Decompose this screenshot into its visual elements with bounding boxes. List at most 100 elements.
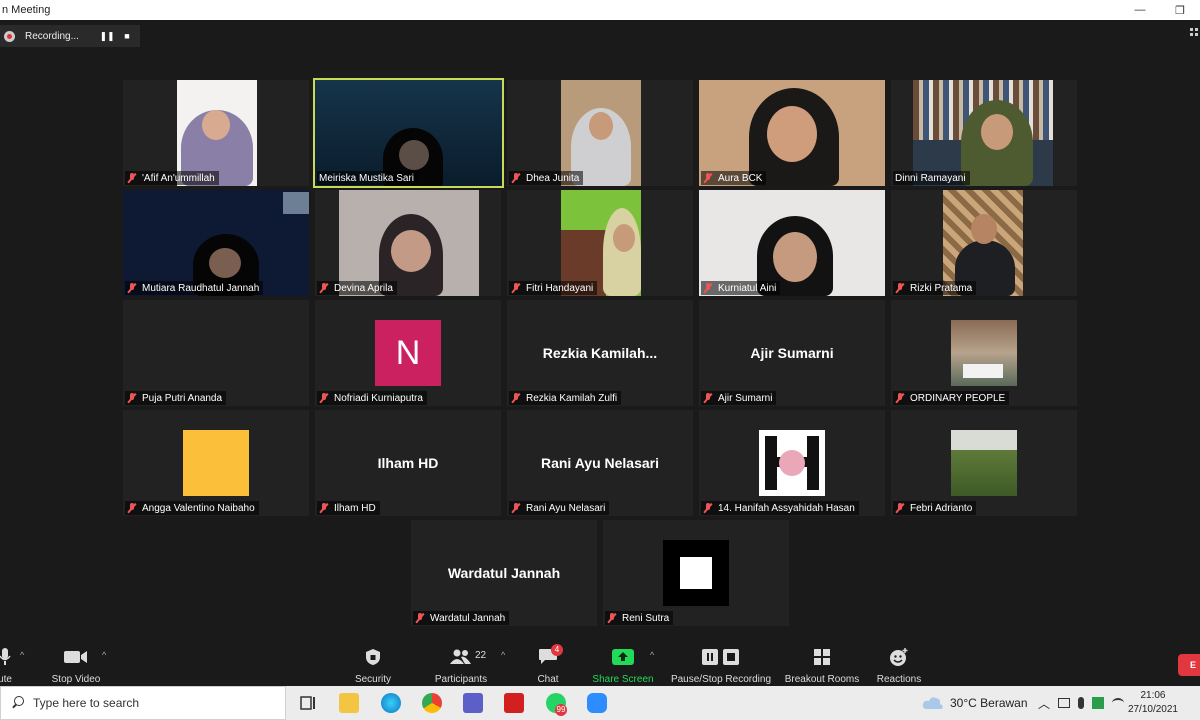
file-explorer-icon[interactable] — [339, 693, 359, 713]
participant-name: Ilham HD — [317, 501, 380, 515]
participant-name: Rezkia Kamilah Zulfi — [509, 391, 622, 405]
participant-name: Reni Sutra — [605, 611, 674, 625]
participant-name: Puja Putri Ananda — [125, 391, 227, 405]
weather-widget[interactable]: 30°C Berawan — [922, 686, 1028, 720]
share-screen-arrow-icon — [612, 646, 634, 668]
profile-picture — [951, 430, 1017, 496]
pause-recording-button[interactable]: ❚❚ — [97, 31, 117, 42]
participant-tile[interactable]: Ilham HD Ilham HD — [315, 410, 501, 516]
chrome-browser-icon[interactable] — [422, 693, 442, 713]
restore-button[interactable]: ❐ — [1160, 0, 1200, 20]
muted-mic-icon — [511, 173, 521, 183]
participants-count: 22 — [475, 650, 487, 661]
participant-tile[interactable]: Reni Sutra — [603, 520, 789, 626]
participants-button[interactable]: Participants — [428, 640, 494, 686]
recording-label: Recording... — [25, 30, 79, 42]
participant-name: Dinni Ramayani — [893, 171, 970, 185]
end-meeting-button[interactable]: E — [1178, 654, 1200, 676]
participant-tile-active-speaker[interactable]: Meiriska Mustika Sari — [313, 78, 504, 188]
muted-mic-icon — [319, 393, 329, 403]
share-options-caret[interactable]: ^ — [650, 650, 654, 660]
teams-icon[interactable] — [463, 693, 483, 713]
minimize-button[interactable]: — — [1120, 0, 1160, 20]
mute-button[interactable]: ute — [0, 640, 22, 686]
participant-tile[interactable]: N Nofriadi Kurniaputra — [315, 300, 501, 406]
muted-mic-icon — [895, 503, 905, 513]
participant-tile[interactable]: Aura BCK — [699, 80, 885, 186]
participant-tile[interactable]: Ajir Sumarni Ajir Sumarni — [699, 300, 885, 406]
participant-tile[interactable]: 'Afif An'ummillah — [123, 80, 309, 186]
profile-picture — [183, 430, 249, 496]
recording-indicator: Recording... ❚❚ ■ — [0, 25, 140, 47]
participant-name: Rani Ayu Nelasari — [509, 501, 610, 515]
taskbar-search[interactable]: Type here to search — [0, 686, 286, 720]
edge-browser-icon[interactable] — [381, 693, 401, 713]
participant-name: Dhea Junita — [509, 171, 584, 185]
participant-name: Mutiara Raudhatul Jannah — [125, 281, 264, 295]
search-placeholder: Type here to search — [33, 696, 140, 710]
muted-mic-icon — [511, 283, 521, 293]
tray-app-icon[interactable] — [1058, 698, 1071, 708]
participant-tile[interactable]: Rani Ayu Nelasari Rani Ayu Nelasari — [507, 410, 693, 516]
participant-tile[interactable]: Dhea Junita — [507, 80, 693, 186]
participant-name: Febri Adrianto — [893, 501, 977, 515]
participants-options-caret[interactable]: ^ — [501, 650, 505, 660]
tray-security-icon[interactable] — [1092, 697, 1105, 709]
muted-mic-icon — [127, 503, 137, 513]
muted-mic-icon — [703, 283, 713, 293]
search-icon — [11, 696, 25, 710]
participant-tile[interactable]: Rezkia Kamilah... Rezkia Kamilah Zulfi — [507, 300, 693, 406]
participant-tile[interactable]: Wardatul Jannah Wardatul Jannah — [411, 520, 597, 626]
participant-name: Angga Valentino Naibaho — [125, 501, 259, 515]
muted-mic-icon — [511, 503, 521, 513]
smiley-plus-icon — [889, 646, 909, 668]
participant-tile[interactable]: Febri Adrianto — [891, 410, 1077, 516]
clock-time: 21:06 — [1140, 690, 1166, 701]
participant-tile[interactable]: Angga Valentino Naibaho — [123, 410, 309, 516]
muted-mic-icon — [127, 173, 137, 183]
task-view-icon[interactable] — [298, 693, 318, 713]
participant-tile[interactable]: Mutiara Raudhatul Jannah — [123, 190, 309, 296]
avatar: N — [375, 320, 441, 386]
stop-recording-button[interactable]: ■ — [117, 31, 137, 41]
muted-mic-icon — [703, 393, 713, 403]
acrobat-icon[interactable] — [504, 693, 524, 713]
reactions-button[interactable]: Reactions — [872, 640, 926, 686]
view-grid-icon[interactable] — [1190, 28, 1200, 40]
share-screen-button[interactable]: Share Screen — [590, 640, 656, 686]
participant-tile[interactable]: 14. Hanifah Assyahidah Hasan — [699, 410, 885, 516]
clock[interactable]: 21:06 27/10/2021 — [1128, 689, 1178, 717]
participant-tile[interactable]: Devina Aprila — [315, 190, 501, 296]
participant-tile[interactable]: Rizki Pratama — [891, 190, 1077, 296]
participant-name: Rizki Pratama — [893, 281, 977, 295]
people-icon — [450, 646, 472, 668]
chat-badge: 4 — [551, 644, 563, 656]
stop-video-button[interactable]: Stop Video — [46, 640, 106, 686]
participant-tile[interactable]: Puja Putri Ananda — [123, 300, 309, 406]
audio-options-caret[interactable]: ^ — [20, 650, 24, 660]
muted-mic-icon — [703, 173, 713, 183]
zoom-app-icon[interactable] — [587, 693, 607, 713]
breakout-rooms-button[interactable]: Breakout Rooms — [782, 640, 862, 686]
muted-mic-icon — [127, 393, 137, 403]
tray-chevron-icon[interactable]: ︿ — [1038, 695, 1050, 712]
zoom-meeting-window: n Meeting — ❐ Recording... ❚❚ ■ 'Afif An… — [0, 0, 1200, 720]
participant-name: 14. Hanifah Assyahidah Hasan — [701, 501, 859, 515]
tray-mic-icon[interactable] — [1078, 697, 1085, 709]
wifi-icon[interactable] — [1112, 698, 1125, 708]
profile-picture — [759, 430, 825, 496]
muted-mic-icon — [319, 283, 329, 293]
participant-tile[interactable]: Dinni Ramayani — [891, 80, 1077, 186]
participant-tile[interactable]: Fitri Handayani — [507, 190, 693, 296]
participant-tile[interactable]: Kurniatul Aini — [699, 190, 885, 296]
pause-stop-recording-button[interactable]: Pause/Stop Recording — [668, 640, 774, 686]
meeting-toolbar: ute ^ Stop Video ^ Security Participants… — [0, 640, 1200, 686]
participant-name: Aura BCK — [701, 171, 767, 185]
video-options-caret[interactable]: ^ — [102, 650, 106, 660]
shield-icon — [365, 646, 381, 668]
security-button[interactable]: Security — [343, 640, 403, 686]
muted-mic-icon — [319, 503, 329, 513]
muted-mic-icon — [703, 503, 713, 513]
muted-mic-icon — [895, 393, 905, 403]
participant-tile[interactable]: ORDINARY PEOPLE — [891, 300, 1077, 406]
